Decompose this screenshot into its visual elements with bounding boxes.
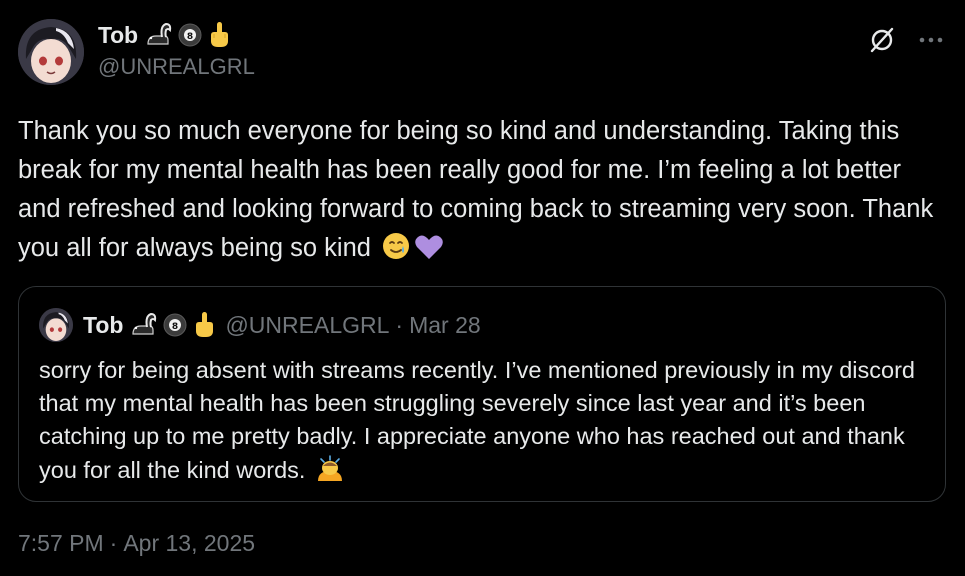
tweet-time: 7:57 PM <box>18 530 104 556</box>
tweet: Tob 8 @UNREALGRL Thank you so much every… <box>0 0 965 576</box>
quoted-tweet[interactable]: Tob 8 @UNREALGRL · Mar 28 sorry for bein… <box>18 286 946 502</box>
quoted-author-handle: @UNREALGRL <box>225 311 390 338</box>
quoted-avatar <box>39 308 73 342</box>
author-handle[interactable]: @UNREALGRL <box>98 54 255 80</box>
skunk-icon <box>144 22 172 48</box>
middle-finger-icon <box>208 21 230 49</box>
tweet-actions <box>869 26 945 54</box>
tweet-text: Thank you so much everyone for being so … <box>18 112 948 273</box>
eight-ball-icon: 8 <box>178 23 202 47</box>
quoted-author-name: Tob <box>83 311 124 338</box>
svg-text:8: 8 <box>187 32 193 42</box>
smiling-face-with-tear-icon <box>381 231 411 273</box>
purple-heart-icon <box>414 233 444 273</box>
svg-text:8: 8 <box>172 322 178 332</box>
tweet-timestamp[interactable]: 7:57 PM · Apr 13, 2025 <box>18 530 255 557</box>
skunk-icon <box>129 312 157 338</box>
tweet-date: Apr 13, 2025 <box>123 530 256 556</box>
person-bowing-icon <box>315 453 345 492</box>
grok-icon[interactable] <box>869 27 895 53</box>
quoted-date[interactable]: Mar 28 <box>409 312 481 339</box>
timestamp-separator: · <box>109 530 118 556</box>
author-name[interactable]: Tob <box>98 22 138 49</box>
avatar[interactable] <box>18 19 84 85</box>
quoted-separator: · <box>395 311 404 338</box>
eight-ball-icon: 8 <box>163 313 187 337</box>
author-name-row: Tob 8 <box>98 20 230 50</box>
tweet-text-content: Thank you so much everyone for being so … <box>18 117 934 262</box>
quoted-tweet-text-content: sorry for being absent with streams rece… <box>39 357 915 483</box>
quoted-tweet-header: Tob 8 @UNREALGRL · Mar 28 <box>39 307 481 343</box>
more-icon[interactable] <box>917 26 945 54</box>
quoted-tweet-text: sorry for being absent with streams rece… <box>39 354 929 492</box>
middle-finger-icon <box>193 311 215 339</box>
